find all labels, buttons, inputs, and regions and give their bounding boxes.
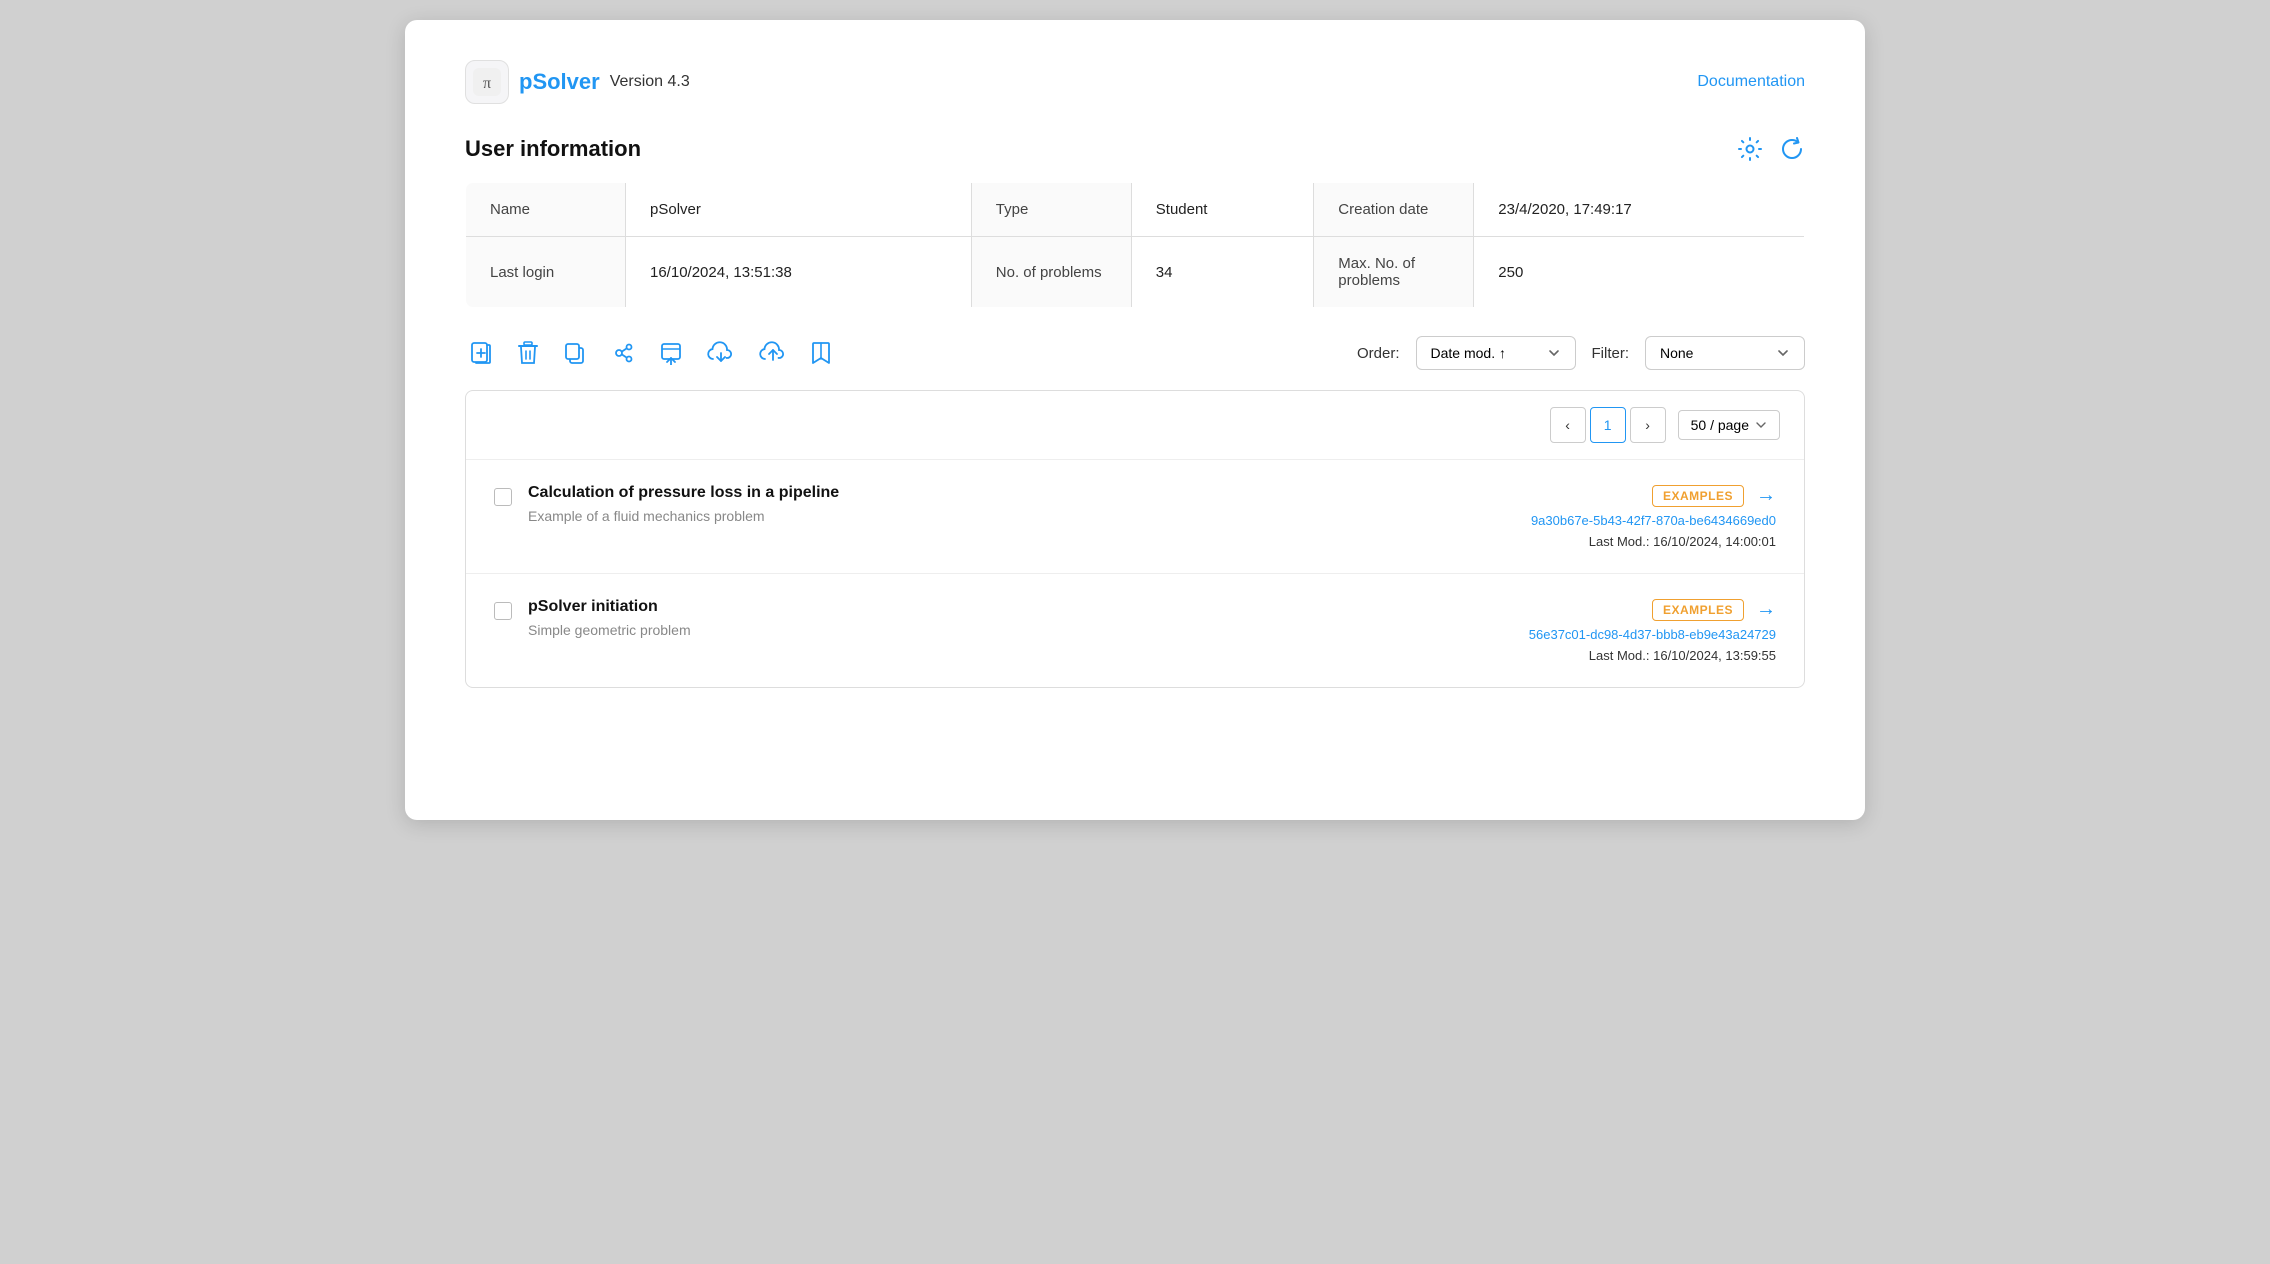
problem-item-0: Calculation of pressure loss in a pipeli… — [466, 459, 1804, 573]
new-problem-button[interactable] — [465, 337, 497, 369]
max-problems-label: Max. No. of problems — [1314, 237, 1474, 308]
filter-value: None — [1660, 345, 1768, 361]
problem-meta-0: EXAMPLES → 9a30b67e-5b43-42f7-870a-be643… — [1531, 484, 1776, 549]
problem-desc-1: Simple geometric problem — [528, 622, 1513, 638]
filter-label: Filter: — [1592, 345, 1630, 362]
problem-meta-top-1: EXAMPLES → — [1652, 598, 1776, 621]
download-cloud-button[interactable] — [703, 337, 739, 369]
problem-meta-1: EXAMPLES → 56e37c01-dc98-4d37-bbb8-eb9e4… — [1529, 598, 1776, 663]
problem-arrow-0[interactable]: → — [1756, 484, 1776, 507]
examples-badge-0: EXAMPLES — [1652, 485, 1744, 507]
documentation-link[interactable]: Documentation — [1697, 73, 1805, 91]
filter-select[interactable]: None — [1645, 336, 1805, 370]
problem-desc-0: Example of a fluid mechanics problem — [528, 508, 1515, 524]
problem-lastmod-0: Last Mod.: 16/10/2024, 14:00:01 — [1589, 534, 1776, 549]
problem-checkbox-1[interactable] — [494, 602, 512, 620]
page-actions — [1737, 136, 1805, 162]
upload-cloud-button[interactable] — [755, 337, 791, 369]
order-label: Order: — [1357, 345, 1400, 362]
num-problems-label: No. of problems — [971, 237, 1131, 308]
problem-meta-top-0: EXAMPLES → — [1652, 484, 1776, 507]
toolbar: Order: Date mod. ↑ Filter: None — [465, 336, 1805, 370]
logo-icon: π — [465, 60, 509, 104]
name-label: Name — [466, 183, 626, 237]
problem-checkbox-0[interactable] — [494, 488, 512, 506]
name-value: pSolver — [626, 183, 972, 237]
problem-uuid-0[interactable]: 9a30b67e-5b43-42f7-870a-be6434669ed0 — [1531, 513, 1776, 528]
problem-content-0: Calculation of pressure loss in a pipeli… — [528, 484, 1515, 524]
order-value: Date mod. ↑ — [1431, 345, 1539, 361]
refresh-button[interactable] — [1779, 136, 1805, 162]
problem-content-1: pSolver initiation Simple geometric prob… — [528, 598, 1513, 638]
type-label: Type — [971, 183, 1131, 237]
bookmark-button[interactable] — [807, 337, 835, 369]
per-page-select[interactable]: 50 / page — [1678, 410, 1780, 440]
problem-title-1: pSolver initiation — [528, 598, 1513, 616]
problem-title-0: Calculation of pressure loss in a pipeli… — [528, 484, 1515, 502]
app-name: pSolver — [519, 69, 600, 95]
app-version: Version 4.3 — [610, 73, 690, 91]
delete-button[interactable] — [513, 337, 543, 369]
current-page-button[interactable]: 1 — [1590, 407, 1626, 443]
last-login-value: 16/10/2024, 13:51:38 — [626, 237, 972, 308]
logo-area: π pSolver Version 4.3 — [465, 60, 690, 104]
import-button[interactable] — [655, 337, 687, 369]
problem-lastmod-1: Last Mod.: 16/10/2024, 13:59:55 — [1589, 648, 1776, 663]
examples-badge-1: EXAMPLES — [1652, 599, 1744, 621]
creation-date-label: Creation date — [1314, 183, 1474, 237]
max-problems-value: 250 — [1474, 237, 1805, 308]
settings-button[interactable] — [1737, 136, 1763, 162]
info-row-1: Name pSolver Type Student Creation date … — [466, 183, 1805, 237]
problem-uuid-1[interactable]: 56e37c01-dc98-4d37-bbb8-eb9e43a24729 — [1529, 627, 1776, 642]
type-value: Student — [1131, 183, 1314, 237]
duplicate-button[interactable] — [559, 337, 591, 369]
page-title: User information — [465, 136, 641, 162]
order-select[interactable]: Date mod. ↑ — [1416, 336, 1576, 370]
page-header: User information — [465, 136, 1805, 162]
info-row-2: Last login 16/10/2024, 13:51:38 No. of p… — [466, 237, 1805, 308]
app-window: π pSolver Version 4.3 Documentation User… — [405, 20, 1865, 820]
pagination-bar: ‹ 1 › 50 / page — [466, 391, 1804, 459]
last-login-label: Last login — [466, 237, 626, 308]
header: π pSolver Version 4.3 Documentation — [465, 60, 1805, 104]
prev-page-button[interactable]: ‹ — [1550, 407, 1586, 443]
problem-item-1: pSolver initiation Simple geometric prob… — [466, 573, 1804, 687]
problems-container: ‹ 1 › 50 / page Calculation of pressure … — [465, 390, 1805, 688]
creation-date-value: 23/4/2020, 17:49:17 — [1474, 183, 1805, 237]
share-button[interactable] — [607, 337, 639, 369]
num-problems-value: 34 — [1131, 237, 1314, 308]
problem-arrow-1[interactable]: → — [1756, 598, 1776, 621]
per-page-value: 50 / page — [1691, 417, 1749, 433]
svg-text:π: π — [483, 75, 491, 92]
user-info-table: Name pSolver Type Student Creation date … — [465, 182, 1805, 308]
next-page-button[interactable]: › — [1630, 407, 1666, 443]
